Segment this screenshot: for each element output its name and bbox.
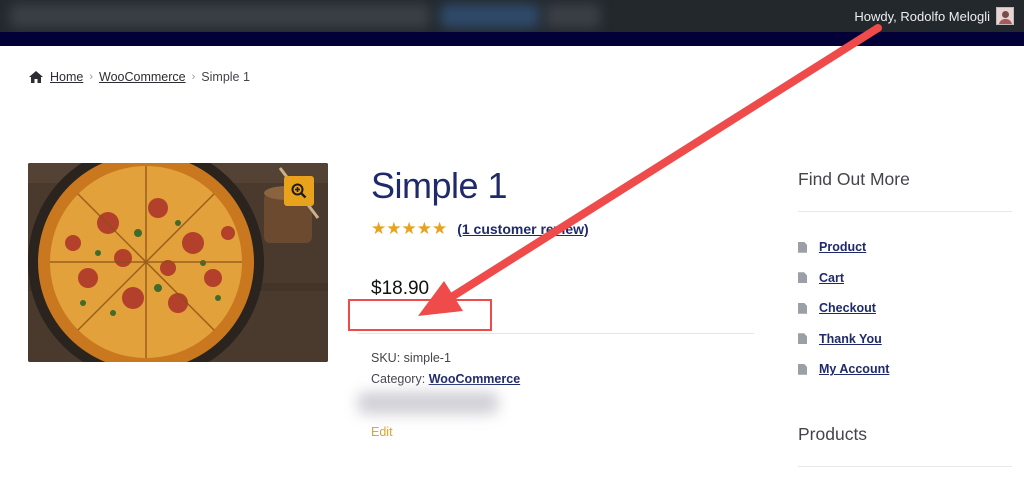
breadcrumb-current: Simple 1 — [201, 70, 250, 84]
widget-divider — [798, 466, 1012, 467]
list-item: Product — [798, 232, 889, 263]
blurred-admin-item — [545, 4, 600, 28]
page-icon — [798, 363, 807, 375]
category-row: Category: WooCommerce — [371, 372, 520, 386]
find-out-more-title: Find Out More — [798, 169, 910, 189]
annotation-highlight-box — [348, 299, 492, 331]
avatar[interactable] — [996, 7, 1014, 25]
greeting-text[interactable]: Howdy, Rodolfo Melogli — [854, 9, 990, 24]
product-title: Simple 1 — [371, 165, 508, 206]
blurred-meta — [358, 392, 498, 414]
sku-value: simple-1 — [403, 351, 451, 365]
breadcrumb-home-link[interactable]: Home — [50, 70, 83, 84]
breadcrumb: Home › WooCommerce › Simple 1 — [28, 70, 250, 84]
page-icon — [798, 333, 807, 345]
sidebar-link-product[interactable]: Product — [819, 240, 866, 254]
sidebar-link-my-account[interactable]: My Account — [819, 362, 889, 376]
pizza-photo — [28, 163, 328, 362]
zoom-button[interactable] — [284, 176, 314, 206]
product-rating: ★★★★★ (1 customer review) — [371, 220, 589, 237]
sidebar-link-cart[interactable]: Cart — [819, 271, 844, 285]
site-nav-band — [0, 32, 1024, 46]
blurred-admin-menu — [10, 4, 430, 28]
breadcrumb-separator: › — [89, 71, 94, 83]
breadcrumb-woocommerce-link[interactable]: WooCommerce — [99, 70, 186, 84]
summary-divider — [358, 333, 754, 334]
find-out-more-list: Product Cart Checkout Thank You My Accou… — [798, 232, 889, 385]
list-item: Thank You — [798, 324, 889, 355]
blurred-admin-item — [440, 4, 540, 28]
category-link[interactable]: WooCommerce — [429, 372, 520, 386]
admin-bar: Howdy, Rodolfo Melogli — [0, 0, 1024, 32]
edit-link[interactable]: Edit — [371, 425, 393, 439]
page-icon — [798, 302, 807, 314]
zoom-in-icon — [291, 183, 307, 199]
list-item: Cart — [798, 263, 889, 294]
category-label: Category: — [371, 372, 426, 386]
home-icon — [29, 71, 43, 83]
page-icon — [798, 272, 807, 284]
page-icon — [798, 241, 807, 253]
sku-row: SKU: simple-1 — [371, 351, 451, 365]
review-link[interactable]: (1 customer review) — [457, 221, 589, 237]
products-widget-title: Products — [798, 424, 868, 444]
breadcrumb-separator: › — [191, 71, 196, 83]
product-price: $18.90 — [371, 278, 430, 299]
star-rating: ★★★★★ — [371, 219, 448, 238]
sidebar-link-checkout[interactable]: Checkout — [819, 301, 876, 315]
list-item: Checkout — [798, 293, 889, 324]
product-image[interactable] — [28, 163, 328, 362]
account-menu[interactable]: Howdy, Rodolfo Melogli — [854, 0, 1014, 32]
sidebar-link-thank-you[interactable]: Thank You — [819, 332, 882, 346]
sku-label: SKU: — [371, 351, 401, 365]
widget-divider — [798, 211, 1012, 212]
list-item: My Account — [798, 354, 889, 385]
